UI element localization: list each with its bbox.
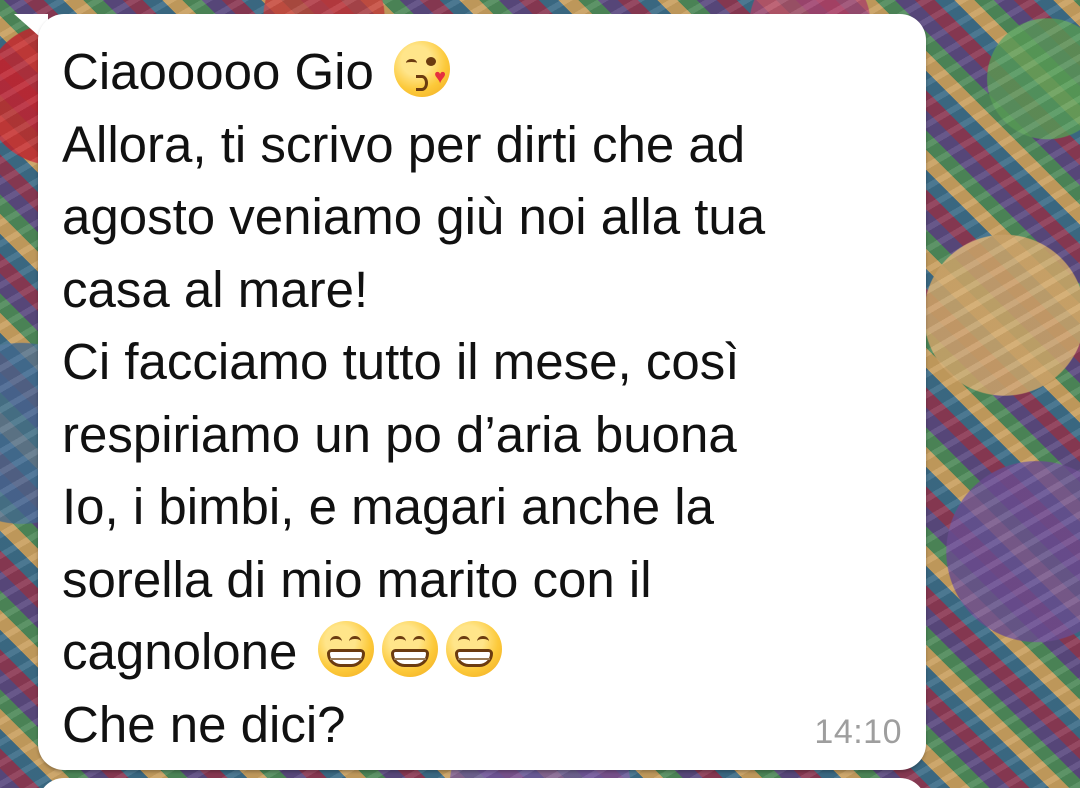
next-message-bubble[interactable] bbox=[38, 778, 926, 788]
message-line: Ciaooooo Gio ♥ bbox=[62, 36, 912, 109]
message-line: Ci facciamo tutto il mese, così bbox=[62, 333, 740, 390]
message-text: Ciaooooo Gio ♥ Allora, ti scrivo per dir… bbox=[62, 36, 912, 761]
message-line: Io, i bimbi, e magari anche la bbox=[62, 478, 714, 535]
message-line: Che ne dici? bbox=[62, 695, 346, 753]
kissing-face-with-heart-icon: ♥ bbox=[394, 41, 451, 97]
grinning-face-icon bbox=[317, 621, 374, 677]
message-line: sorella di mio marito con il bbox=[62, 550, 652, 608]
message-line: agosto veniamo giù noi alla tua bbox=[62, 188, 766, 245]
message-line-text: Ciaooooo Gio bbox=[62, 43, 374, 100]
message-line: respiriamo un po d’aria buona bbox=[62, 405, 737, 463]
message-timestamp: 14:10 bbox=[814, 713, 902, 751]
message-line: casa al mare! bbox=[62, 260, 369, 318]
message-line: Allora, ti scrivo per dirti che ad bbox=[62, 115, 746, 173]
grinning-face-icon bbox=[445, 621, 502, 677]
grinning-face-icon bbox=[381, 621, 438, 677]
message-line-text: cagnolone bbox=[62, 623, 298, 680]
message-bubble[interactable]: Ciaooooo Gio ♥ Allora, ti scrivo per dir… bbox=[38, 14, 926, 770]
message-line: cagnolone bbox=[62, 616, 912, 689]
